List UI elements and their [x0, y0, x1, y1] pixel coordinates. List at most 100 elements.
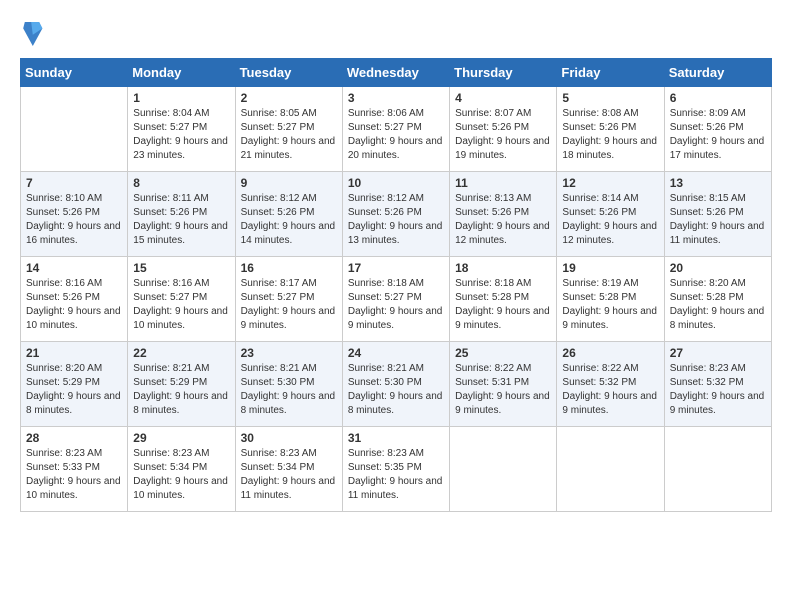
- cell-content: Sunrise: 8:20 AM Sunset: 5:28 PM Dayligh…: [670, 277, 766, 333]
- calendar-week-row: 1 Sunrise: 8:04 AM Sunset: 5:27 PM Daylig…: [21, 87, 772, 172]
- calendar-cell: 9Sunrise: 8:12 AM Sunset: 5:26 PM Daylig…: [235, 172, 342, 257]
- calendar-cell: 7 Sunrise: 8:10 AM Sunset: 5:26 PM Daylig…: [21, 172, 128, 257]
- cell-content: Sunrise: 8:10 AM Sunset: 5:26 PM Dayligh…: [26, 192, 122, 248]
- day-number: 25: [455, 346, 551, 360]
- cell-content: Sunrise: 8:18 AM Sunset: 5:27 PM Dayligh…: [348, 277, 444, 333]
- day-number: 31: [348, 431, 444, 445]
- calendar-cell: 2 Sunrise: 8:05 AM Sunset: 5:27 PM Daylig…: [235, 87, 342, 172]
- weekday-header-friday: Friday: [557, 59, 664, 87]
- page-header: [20, 20, 772, 48]
- cell-content: Sunrise: 8:14 AM Sunset: 5:26 PM Dayligh…: [562, 192, 658, 248]
- calendar-table: SundayMondayTuesdayWednesdayThursdayFrid…: [20, 58, 772, 512]
- calendar-cell: 8 Sunrise: 8:11 AM Sunset: 5:26 PM Daylig…: [128, 172, 235, 257]
- day-number: 12: [562, 176, 658, 190]
- cell-content: Sunrise: 8:04 AM Sunset: 5:27 PM Dayligh…: [133, 107, 229, 163]
- cell-content: Sunrise: 8:20 AM Sunset: 5:29 PM Dayligh…: [26, 362, 122, 418]
- weekday-header-thursday: Thursday: [450, 59, 557, 87]
- calendar-cell: 19 Sunrise: 8:19 AM Sunset: 5:28 PM Dayli…: [557, 257, 664, 342]
- weekday-header-monday: Monday: [128, 59, 235, 87]
- calendar-week-row: 14 Sunrise: 8:16 AM Sunset: 5:26 PM Dayli…: [21, 257, 772, 342]
- day-number: 10: [348, 176, 444, 190]
- cell-content: Sunrise: 8:09 AM Sunset: 5:26 PM Dayligh…: [670, 107, 766, 163]
- calendar-header: SundayMondayTuesdayWednesdayThursdayFrid…: [21, 59, 772, 87]
- cell-content: Sunrise: 8:05 AM Sunset: 5:27 PM Dayligh…: [241, 107, 337, 163]
- day-number: 24: [348, 346, 444, 360]
- calendar-cell: 30 Sunrise: 8:23 AM Sunset: 5:34 PM Dayli…: [235, 427, 342, 512]
- cell-content: Sunrise: 8:12 AM Sunset: 5:26 PM Dayligh…: [348, 192, 444, 248]
- cell-content: Sunrise: 8:21 AM Sunset: 5:30 PM Dayligh…: [348, 362, 444, 418]
- weekday-header-row: SundayMondayTuesdayWednesdayThursdayFrid…: [21, 59, 772, 87]
- cell-content: Sunrise: 8:22 AM Sunset: 5:32 PM Dayligh…: [562, 362, 658, 418]
- calendar-cell: 18 Sunrise: 8:18 AM Sunset: 5:28 PM Dayli…: [450, 257, 557, 342]
- day-number: 26: [562, 346, 658, 360]
- calendar-cell: 20 Sunrise: 8:20 AM Sunset: 5:28 PM Dayli…: [664, 257, 771, 342]
- day-number: 21: [26, 346, 122, 360]
- day-number: 8: [133, 176, 229, 190]
- calendar-cell: [450, 427, 557, 512]
- day-number: 22: [133, 346, 229, 360]
- calendar-cell: 22 Sunrise: 8:21 AM Sunset: 5:29 PM Dayli…: [128, 342, 235, 427]
- cell-content: Sunrise: 8:11 AM Sunset: 5:26 PM Dayligh…: [133, 192, 229, 248]
- day-number: 19: [562, 261, 658, 275]
- day-number: 11: [455, 176, 551, 190]
- day-number: 6: [670, 91, 766, 105]
- day-number: 2: [241, 91, 337, 105]
- day-number: 7: [26, 176, 122, 190]
- calendar-cell: 27 Sunrise: 8:23 AM Sunset: 5:32 PM Dayli…: [664, 342, 771, 427]
- calendar-cell: 16 Sunrise: 8:17 AM Sunset: 5:27 PM Dayli…: [235, 257, 342, 342]
- cell-content: Sunrise: 8:08 AM Sunset: 5:26 PM Dayligh…: [562, 107, 658, 163]
- day-number: 14: [26, 261, 122, 275]
- logo: [20, 20, 48, 48]
- calendar-cell: 12 Sunrise: 8:14 AM Sunset: 5:26 PM Dayli…: [557, 172, 664, 257]
- calendar-cell: 10 Sunrise: 8:12 AM Sunset: 5:26 PM Dayli…: [342, 172, 449, 257]
- calendar-cell: 11 Sunrise: 8:13 AM Sunset: 5:26 PM Dayli…: [450, 172, 557, 257]
- calendar-cell: 13Sunrise: 8:15 AM Sunset: 5:26 PM Dayli…: [664, 172, 771, 257]
- day-number: 3: [348, 91, 444, 105]
- calendar-cell: 25 Sunrise: 8:22 AM Sunset: 5:31 PM Dayli…: [450, 342, 557, 427]
- weekday-header-saturday: Saturday: [664, 59, 771, 87]
- day-number: 13: [670, 176, 766, 190]
- calendar-cell: 17Sunrise: 8:18 AM Sunset: 5:27 PM Dayli…: [342, 257, 449, 342]
- day-number: 4: [455, 91, 551, 105]
- calendar-cell: 14 Sunrise: 8:16 AM Sunset: 5:26 PM Dayli…: [21, 257, 128, 342]
- calendar-week-row: 28 Sunrise: 8:23 AM Sunset: 5:33 PM Dayli…: [21, 427, 772, 512]
- cell-content: Sunrise: 8:23 AM Sunset: 5:34 PM Dayligh…: [241, 447, 337, 503]
- cell-content: Sunrise: 8:23 AM Sunset: 5:34 PM Dayligh…: [133, 447, 229, 503]
- cell-content: Sunrise: 8:21 AM Sunset: 5:29 PM Dayligh…: [133, 362, 229, 418]
- cell-content: Sunrise: 8:07 AM Sunset: 5:26 PM Dayligh…: [455, 107, 551, 163]
- calendar-cell: 3 Sunrise: 8:06 AM Sunset: 5:27 PM Daylig…: [342, 87, 449, 172]
- calendar-cell: 24 Sunrise: 8:21 AM Sunset: 5:30 PM Dayli…: [342, 342, 449, 427]
- cell-content: Sunrise: 8:17 AM Sunset: 5:27 PM Dayligh…: [241, 277, 337, 333]
- day-number: 23: [241, 346, 337, 360]
- day-number: 18: [455, 261, 551, 275]
- day-number: 28: [26, 431, 122, 445]
- day-number: 1: [133, 91, 229, 105]
- calendar-cell: [21, 87, 128, 172]
- calendar-cell: 21 Sunrise: 8:20 AM Sunset: 5:29 PM Dayli…: [21, 342, 128, 427]
- calendar-cell: 31 Sunrise: 8:23 AM Sunset: 5:35 PM Dayli…: [342, 427, 449, 512]
- calendar-cell: 6 Sunrise: 8:09 AM Sunset: 5:26 PM Daylig…: [664, 87, 771, 172]
- calendar-cell: 4 Sunrise: 8:07 AM Sunset: 5:26 PM Daylig…: [450, 87, 557, 172]
- cell-content: Sunrise: 8:22 AM Sunset: 5:31 PM Dayligh…: [455, 362, 551, 418]
- day-number: 5: [562, 91, 658, 105]
- cell-content: Sunrise: 8:23 AM Sunset: 5:32 PM Dayligh…: [670, 362, 766, 418]
- cell-content: Sunrise: 8:19 AM Sunset: 5:28 PM Dayligh…: [562, 277, 658, 333]
- cell-content: Sunrise: 8:06 AM Sunset: 5:27 PM Dayligh…: [348, 107, 444, 163]
- calendar-week-row: 7 Sunrise: 8:10 AM Sunset: 5:26 PM Daylig…: [21, 172, 772, 257]
- weekday-header-tuesday: Tuesday: [235, 59, 342, 87]
- day-number: 29: [133, 431, 229, 445]
- day-number: 16: [241, 261, 337, 275]
- day-number: 30: [241, 431, 337, 445]
- cell-content: Sunrise: 8:13 AM Sunset: 5:26 PM Dayligh…: [455, 192, 551, 248]
- cell-content: Sunrise: 8:18 AM Sunset: 5:28 PM Dayligh…: [455, 277, 551, 333]
- calendar-cell: 15Sunrise: 8:16 AM Sunset: 5:27 PM Dayli…: [128, 257, 235, 342]
- cell-content: Sunrise: 8:16 AM Sunset: 5:26 PM Dayligh…: [26, 277, 122, 333]
- day-number: 27: [670, 346, 766, 360]
- calendar-cell: 28 Sunrise: 8:23 AM Sunset: 5:33 PM Dayli…: [21, 427, 128, 512]
- calendar-cell: 1 Sunrise: 8:04 AM Sunset: 5:27 PM Daylig…: [128, 87, 235, 172]
- cell-content: Sunrise: 8:23 AM Sunset: 5:35 PM Dayligh…: [348, 447, 444, 503]
- day-number: 9: [241, 176, 337, 190]
- day-number: 20: [670, 261, 766, 275]
- logo-icon: [20, 20, 44, 48]
- cell-content: Sunrise: 8:23 AM Sunset: 5:33 PM Dayligh…: [26, 447, 122, 503]
